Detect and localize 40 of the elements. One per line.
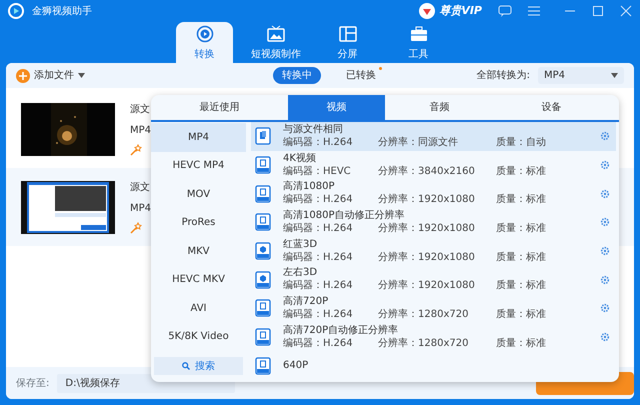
- encoder-text: 编码器：H.264: [283, 222, 354, 235]
- encoder-text: 编码器：H.264: [283, 336, 354, 350]
- preset-name: 4K视频: [283, 152, 317, 165]
- format-label: MP4: [130, 124, 152, 138]
- resolution-text: 分辨率：1920x1080: [378, 250, 476, 264]
- format-label: MP4: [130, 202, 152, 216]
- resolution-text: 分辨率：1280x720: [378, 336, 470, 350]
- quality-text: 质量：标准: [496, 308, 547, 321]
- preset-name: 与源文件相同: [283, 124, 344, 136]
- quality-text: 质量：标准: [496, 222, 547, 235]
- preset-name: 640P: [283, 360, 308, 372]
- preset-name: 高清1080P自动修正分辨率: [283, 210, 406, 222]
- encoder-text: 编码器：H.264: [283, 136, 354, 149]
- resolution-text: 分辨率：1280x720: [378, 308, 470, 321]
- preset-name: 高清720P: [283, 296, 330, 308]
- encoder-text: 编码器：H.264: [283, 250, 354, 264]
- source-label: 源文: [130, 180, 151, 195]
- resolution-text: 分辨率：1920x1080: [378, 222, 476, 235]
- encoder-text: 编码器：H.264: [283, 279, 354, 292]
- quality-text: 质量：标准: [496, 250, 547, 264]
- resolution-text: 分辨率：同源文件: [378, 136, 459, 149]
- quality-text: 质量：标准: [496, 193, 547, 206]
- convert-all-label: 全部转换为:: [476, 68, 530, 83]
- preset-name: 高清720P自动修正分辨率: [283, 324, 400, 337]
- resolution-text: 分辨率：3840x2160: [378, 164, 476, 178]
- resolution-text: 分辨率：1920x1080: [378, 193, 476, 206]
- quality-text: 质量：标准: [496, 336, 547, 350]
- source-label: 源文: [130, 102, 151, 117]
- encoder-text: 编码器：H.264: [283, 308, 354, 321]
- preset-name: 红蓝3D: [283, 238, 318, 251]
- quality-text: 质量：标准: [496, 279, 547, 292]
- preset-name: 左右3D: [283, 267, 318, 280]
- app-title: 金狮视频助手: [32, 4, 92, 18]
- resolution-text: 分辨率：1920x1080: [378, 279, 476, 292]
- encoder-text: 编码器：H.264: [283, 193, 354, 206]
- quality-text: 质量：自动: [496, 136, 547, 149]
- save-to-label: 保存至:: [16, 376, 50, 390]
- encoder-text: 编码器：HEVC: [283, 164, 352, 178]
- quality-text: 质量：标准: [496, 164, 547, 178]
- preset-name: 高清1080P: [283, 181, 336, 194]
